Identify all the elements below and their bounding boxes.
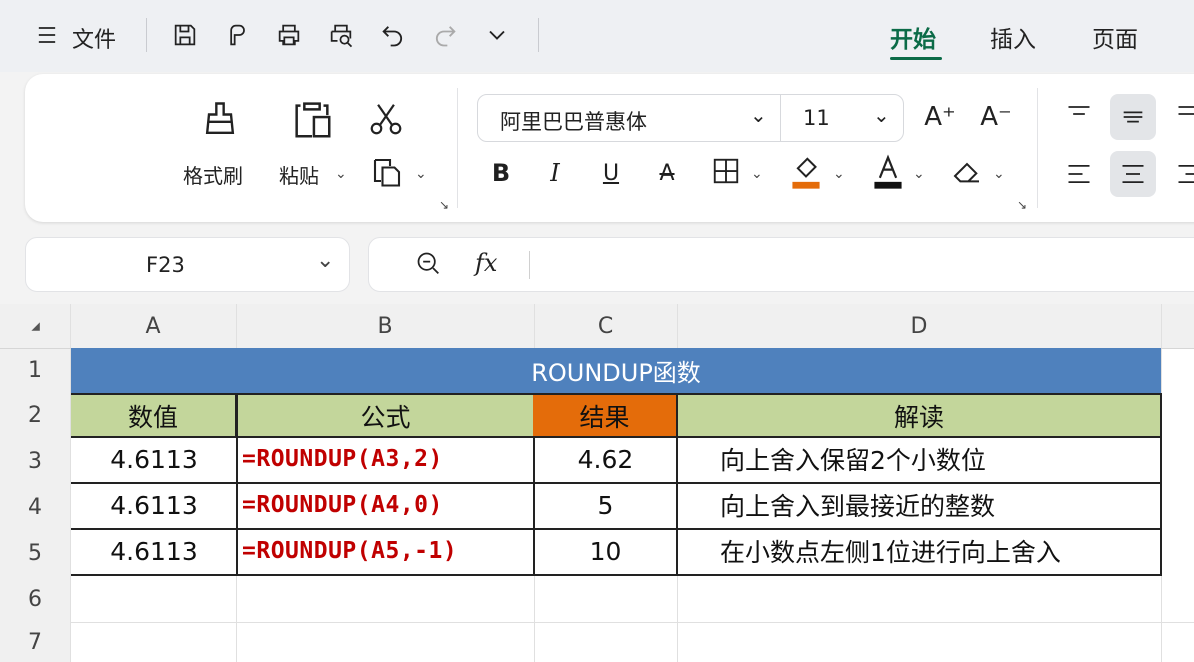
align-center-icon[interactable] (1119, 160, 1147, 188)
note-cell[interactable]: 向上舍入到最接近的整数 (676, 482, 1162, 530)
tab-insert[interactable]: 插入 (990, 20, 1036, 54)
italic-icon[interactable]: I (541, 156, 569, 190)
font-size-select[interactable]: 11 ⌄ (780, 94, 904, 142)
gridline (70, 622, 1194, 623)
increase-font-icon[interactable]: A⁺ (923, 100, 957, 134)
row-header-5[interactable]: 5 (0, 530, 70, 576)
menu-icon[interactable] (32, 20, 62, 50)
header-cell-note[interactable]: 解读 (676, 393, 1162, 438)
align-left-icon[interactable] (1065, 160, 1093, 188)
clear-dropdown-icon[interactable]: ⌄ (993, 166, 1005, 182)
name-box[interactable]: F23 ⌄ (25, 237, 350, 292)
formula-divider (529, 251, 530, 279)
redo-icon[interactable] (430, 20, 460, 50)
save-icon[interactable] (170, 20, 200, 50)
formula-bar: fx (368, 237, 1194, 292)
copy-icon[interactable] (369, 154, 405, 190)
result-cell[interactable]: 10 (533, 528, 678, 576)
select-all-corner[interactable] (0, 304, 70, 348)
note-cell[interactable]: 向上舍入保留2个小数位 (676, 436, 1162, 484)
column-header-c[interactable]: C (534, 304, 677, 348)
chevron-down-icon: ⌄ (750, 103, 767, 127)
print-preview-icon[interactable] (326, 20, 356, 50)
row-header-6[interactable]: 6 (0, 576, 70, 622)
row-header-3[interactable]: 3 (0, 438, 70, 484)
active-tab-indicator (890, 57, 942, 60)
header-cell-value[interactable]: 数值 (71, 393, 237, 438)
font-name-value: 阿里巴巴普惠体 (500, 110, 647, 134)
header-cell-result[interactable]: 结果 (533, 393, 678, 438)
name-box-value: F23 (146, 253, 185, 277)
column-header-e[interactable] (1161, 304, 1194, 348)
zoom-formula-icon[interactable] (415, 250, 443, 278)
ribbon-divider (457, 88, 458, 208)
column-header-a[interactable]: A (70, 304, 236, 348)
cut-icon[interactable] (367, 100, 405, 138)
undo-icon[interactable] (378, 20, 408, 50)
table-cell[interactable]: 4.6113 (71, 528, 237, 576)
fill-color-icon[interactable] (789, 152, 823, 190)
align-bottom-icon[interactable] (1175, 100, 1194, 128)
underline-icon[interactable]: U (597, 156, 625, 190)
chevron-down-icon[interactable] (482, 20, 512, 50)
row-header-1[interactable]: 1 (0, 348, 70, 393)
table-cell[interactable]: 4.6113 (71, 436, 237, 484)
align-top-icon[interactable] (1065, 100, 1093, 128)
column-header-b[interactable]: B (236, 304, 534, 348)
brush-icon[interactable] (222, 20, 252, 50)
font-name-select[interactable]: 阿里巴巴普惠体 ⌄ (477, 94, 781, 142)
row-header-2[interactable]: 2 (0, 393, 70, 438)
result-cell[interactable]: 5 (533, 482, 678, 530)
fill-color-dropdown-icon[interactable]: ⌄ (833, 166, 845, 182)
format-painter-icon[interactable] (198, 98, 242, 142)
borders-icon[interactable] (711, 156, 741, 186)
column-header-d[interactable]: D (677, 304, 1161, 348)
result-cell[interactable]: 4.62 (533, 436, 678, 484)
spreadsheet-grid: A B C D 1 2 3 4 5 6 7 ROUNDUP函数 数值 公式 结果… (0, 304, 1194, 662)
eraser-icon[interactable] (951, 156, 983, 188)
header-cell-formula[interactable]: 公式 (236, 393, 535, 438)
font-size-value: 11 (803, 106, 830, 130)
tab-home[interactable]: 开始 (890, 20, 936, 54)
strikethrough-icon[interactable]: A (653, 156, 681, 190)
font-color-dropdown-icon[interactable]: ⌄ (913, 166, 925, 182)
paste-icon[interactable] (289, 96, 335, 142)
chevron-down-icon[interactable]: ⌄ (316, 248, 334, 273)
font-color-icon[interactable] (871, 152, 905, 190)
menu-bar: 文件 开始 插入 页面 (0, 0, 1194, 72)
copy-dropdown-icon[interactable]: ⌄ (415, 166, 427, 182)
ribbon: 格式刷 粘贴 ⌄ ⌄ ↘ 阿里巴巴普惠体 ⌄ 11 ⌄ A⁺ A⁻ B I U … (25, 74, 1194, 222)
note-cell[interactable]: 在小数点左侧1位进行向上舍入 (676, 528, 1162, 576)
bold-icon[interactable]: B (487, 156, 515, 190)
decrease-font-icon[interactable]: A⁻ (979, 100, 1013, 134)
formula-cell[interactable]: =ROUNDUP(A5,-1) (236, 528, 535, 576)
menu-divider (146, 18, 147, 52)
formula-cell[interactable]: =ROUNDUP(A4,0) (236, 482, 535, 530)
font-launcher-icon[interactable]: ↘ (1017, 198, 1027, 212)
row-header-7[interactable]: 7 (0, 622, 70, 662)
row-header-4[interactable]: 4 (0, 484, 70, 530)
clipboard-launcher-icon[interactable]: ↘ (439, 198, 449, 212)
print-icon[interactable] (274, 20, 304, 50)
file-menu[interactable]: 文件 (72, 22, 116, 54)
tab-page[interactable]: 页面 (1092, 20, 1138, 54)
fx-icon[interactable]: fx (475, 249, 497, 277)
paste-button[interactable]: 粘贴 (279, 160, 319, 189)
menu-divider (538, 18, 539, 52)
align-middle-icon[interactable] (1119, 103, 1147, 131)
borders-dropdown-icon[interactable]: ⌄ (751, 166, 763, 182)
table-title-cell[interactable]: ROUNDUP函数 (71, 348, 1161, 393)
ribbon-divider (1037, 88, 1038, 208)
chevron-down-icon: ⌄ (873, 103, 890, 127)
table-cell[interactable]: 4.6113 (71, 482, 237, 530)
paste-dropdown-icon[interactable]: ⌄ (335, 166, 347, 182)
align-right-icon[interactable] (1175, 160, 1194, 188)
formula-cell[interactable]: =ROUNDUP(A3,2) (236, 436, 535, 484)
format-painter-button[interactable]: 格式刷 (183, 160, 243, 189)
